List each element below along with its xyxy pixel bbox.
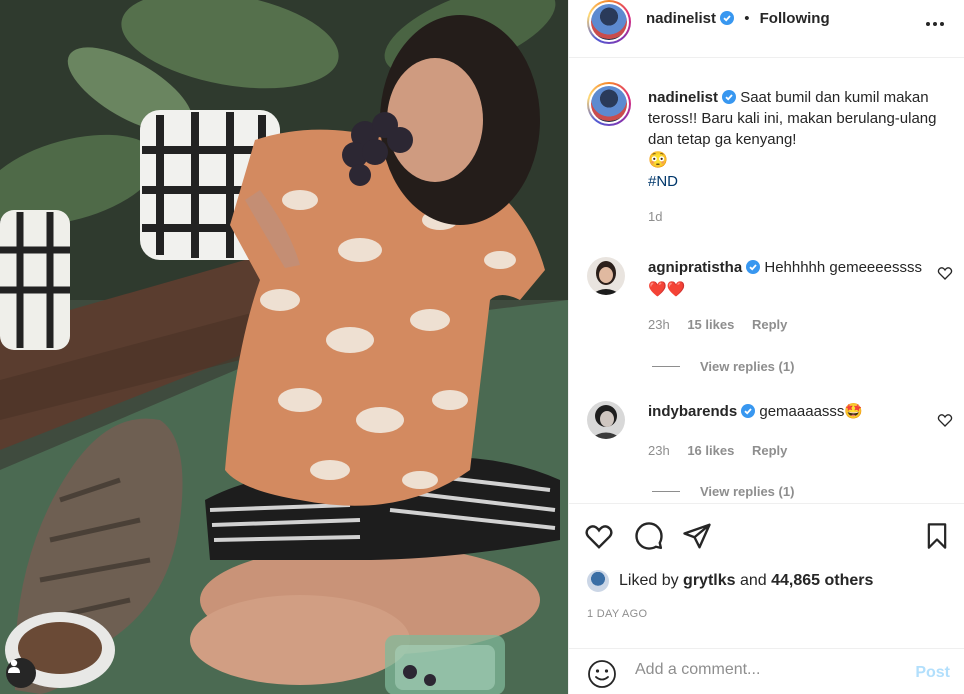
hashtag-link[interactable]: #ND xyxy=(648,171,948,192)
comment-username[interactable]: indybarends xyxy=(648,403,737,420)
commenter-avatar[interactable] xyxy=(587,257,625,295)
commenter-avatar[interactable] xyxy=(587,401,625,439)
liker-avatar[interactable] xyxy=(587,570,609,592)
verified-badge-icon xyxy=(746,260,761,274)
post-header: nadinelist • Following xyxy=(569,0,964,58)
comment-icon[interactable] xyxy=(633,520,665,552)
replies-divider xyxy=(652,366,680,367)
caption-emoji: 😳 xyxy=(648,152,668,169)
caption-username[interactable]: nadinelist xyxy=(648,89,718,106)
comment-likes[interactable]: 15 likes xyxy=(687,317,734,332)
likes-others[interactable]: 44,865 others xyxy=(771,572,873,590)
comment-meta: 23h 16 likes Reply xyxy=(648,443,801,458)
verified-badge-icon xyxy=(741,404,756,418)
caption-avatar[interactable] xyxy=(587,82,631,126)
comment-input[interactable] xyxy=(635,661,895,679)
reply-button[interactable]: Reply xyxy=(752,443,787,458)
following-button[interactable]: Following xyxy=(760,10,830,27)
comment-time[interactable]: 23h xyxy=(648,443,670,458)
replies-divider xyxy=(652,491,680,492)
comment-body: Hehhhhh gemeeeessss xyxy=(764,259,922,276)
separator-dot: • xyxy=(744,10,750,27)
comments-list[interactable]: nadinelist Saat bumil dan kumil makan te… xyxy=(569,59,964,502)
emoji-picker-icon[interactable] xyxy=(587,659,617,689)
likes-summary[interactable]: Liked by grytlks and 44,865 others xyxy=(587,570,873,592)
view-replies-label: View replies (1) xyxy=(700,484,795,499)
view-replies-label: View replies (1) xyxy=(700,359,795,374)
post-date[interactable]: 1 DAY AGO xyxy=(587,608,647,620)
view-replies-button[interactable]: View replies (1) xyxy=(652,484,794,499)
likes-prefix: Liked by xyxy=(619,572,679,589)
caption-time[interactable]: 1d xyxy=(648,209,662,224)
liker-username[interactable]: grytlks xyxy=(683,572,735,590)
post-photo-illustration xyxy=(0,0,568,694)
bookmark-icon[interactable] xyxy=(921,520,953,552)
view-replies-button[interactable]: View replies (1) xyxy=(652,359,794,374)
person-icon[interactable] xyxy=(6,658,36,688)
comment-body: gemaaaasss xyxy=(759,403,845,420)
comment-emoji: ❤️❤️ xyxy=(648,281,686,298)
reply-button[interactable]: Reply xyxy=(752,317,787,332)
post-panel: nadinelist • Following nadinelist Saat b… xyxy=(568,0,964,694)
author-username[interactable]: nadinelist xyxy=(646,10,716,27)
caption-text: nadinelist Saat bumil dan kumil makan te… xyxy=(648,87,948,192)
verified-badge-icon xyxy=(722,90,737,104)
comment-likes[interactable]: 16 likes xyxy=(687,443,734,458)
heart-icon[interactable] xyxy=(583,520,615,552)
comment-time[interactable]: 23h xyxy=(648,317,670,332)
post-button[interactable]: Post xyxy=(915,664,950,682)
likes-and: and xyxy=(739,572,767,589)
paper-plane-icon[interactable] xyxy=(681,520,713,552)
heart-outline-icon[interactable] xyxy=(937,412,953,428)
header-user: nadinelist • Following xyxy=(646,10,830,27)
action-bar xyxy=(569,503,964,563)
more-horizontal-icon[interactable] xyxy=(923,12,947,36)
post-photo[interactable] xyxy=(0,0,568,694)
author-avatar[interactable] xyxy=(587,0,631,44)
verified-badge-icon xyxy=(720,11,735,25)
heart-outline-icon[interactable] xyxy=(937,265,953,281)
add-comment-bar: Post xyxy=(569,648,964,694)
comment-text: agnipratistha Hehhhhh gemeeeessss ❤️❤️ xyxy=(648,257,928,301)
comment-text: indybarends gemaaaasss🤩 xyxy=(648,401,928,423)
comment-emoji: 🤩 xyxy=(844,403,864,420)
comment-username[interactable]: agnipratistha xyxy=(648,259,742,276)
comment-meta: 23h 15 likes Reply xyxy=(648,317,801,332)
